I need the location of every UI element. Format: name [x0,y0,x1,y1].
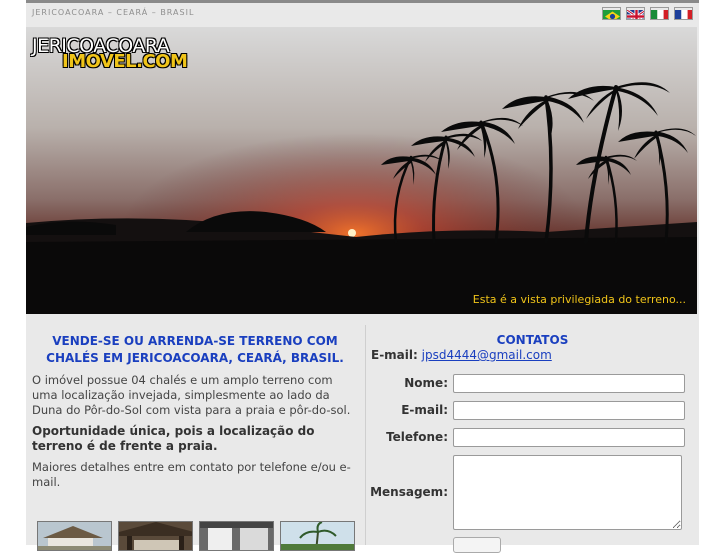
email-input[interactable] [453,401,685,420]
breadcrumb: JERICOACOARA – CEARÁ – BRASIL [32,8,195,17]
page-headline: VENDE-SE OU ARRENDA-SE TERRENO COM CHALÉ… [34,333,356,367]
photo-gallery [37,521,355,551]
brazil-flag-icon[interactable] [602,7,621,20]
contact-email-line: E-mail: jpsd4444@gmail.com [371,348,552,362]
page-frame: JERICOACOARA – CEARÁ – BRASIL JERICOACOA… [26,0,699,553]
nome-input[interactable] [453,374,685,393]
mensagem-textarea[interactable] [453,455,682,530]
contact-title: CONTATOS [496,333,569,347]
gallery-thumbnail[interactable] [118,521,193,551]
site-logo[interactable]: JERICOACOARA IMOVEL.COM [32,37,188,72]
telefone-label: Telefone: [386,430,448,444]
nome-label: Nome: [404,376,448,390]
contact-note-paragraph: Maiores detalhes entre em contato por te… [32,460,351,489]
headline-line2: CHALÉS EM JERICOACOARA, CEARÁ, BRASIL. [46,351,344,365]
top-strip [26,0,699,3]
logo-line2: IMOVEL.COM [62,51,188,72]
language-selector [602,7,693,20]
submit-button[interactable] [453,537,501,553]
email-field-label: E-mail: [401,403,448,417]
hero-banner: JERICOACOARA IMOVEL.COM Esta é a vista p… [26,27,697,314]
gallery-thumbnail[interactable] [199,521,274,551]
contact-email-link[interactable]: jpsd4444@gmail.com [422,348,552,362]
telefone-input[interactable] [453,428,685,447]
mensagem-label: Mensagem: [370,485,448,499]
gallery-thumbnail[interactable] [280,521,355,551]
hero-caption: Esta é a vista privilegiada do terreno..… [472,293,686,306]
france-flag-icon[interactable] [674,7,693,20]
contact-email-label: E-mail: [371,348,418,362]
gallery-thumbnail[interactable] [37,521,112,551]
highlight-paragraph: Oportunidade única, pois a localização d… [32,424,315,453]
uk-flag-icon[interactable] [626,7,645,20]
headline-line1: VENDE-SE OU ARRENDA-SE TERRENO COM [52,334,338,348]
description-paragraph: O imóvel possue 04 chalés e um amplo ter… [32,373,351,417]
contact-form: CONTATOS E-mail: jpsd4444@gmail.com Nome… [366,325,699,553]
property-description: VENDE-SE OU ARRENDA-SE TERRENO COM CHALÉ… [26,325,364,551]
italy-flag-icon[interactable] [650,7,669,20]
